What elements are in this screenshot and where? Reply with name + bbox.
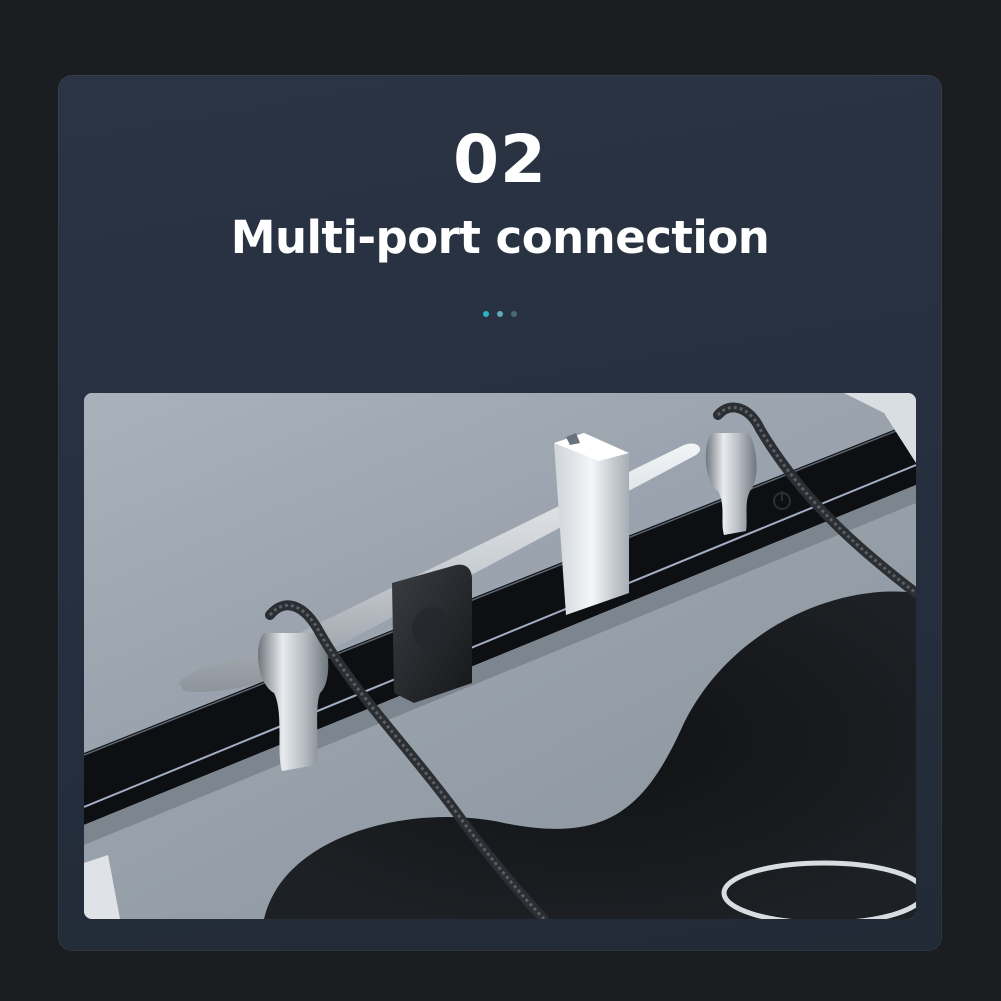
pagination-dot-2 (497, 311, 503, 317)
usb-adapter (392, 564, 472, 703)
feature-card: 02 Multi-port connection (58, 75, 942, 951)
pagination-dot-3 (511, 311, 517, 317)
usb-flash-drive (554, 433, 629, 615)
pagination-dot-1 (483, 311, 489, 317)
step-number: 02 (453, 121, 547, 198)
feature-headline: Multi-port connection (230, 211, 770, 264)
product-slide: 02 Multi-port connection (0, 0, 1001, 1001)
product-photo (84, 393, 916, 919)
console-illustration (84, 393, 916, 919)
pagination-dots (58, 311, 942, 317)
